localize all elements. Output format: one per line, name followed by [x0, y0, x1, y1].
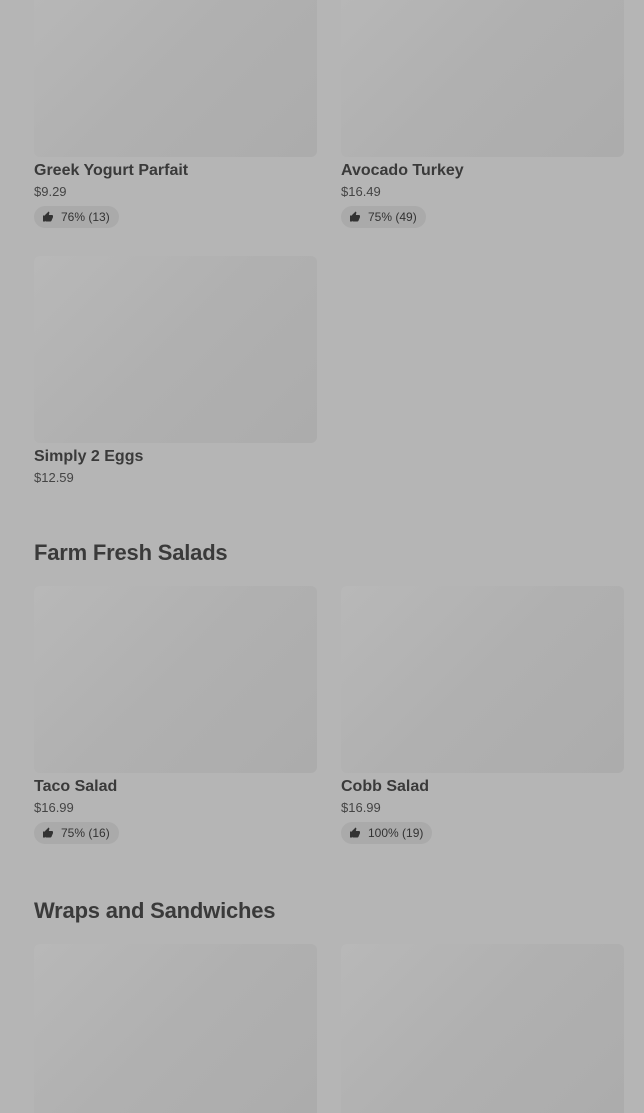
rating-badge: 75% (49)	[341, 206, 426, 228]
menu-item-card[interactable]: Greek Yogurt Parfait $9.29 76% (13)	[34, 0, 317, 228]
menu-item-name: Greek Yogurt Parfait	[34, 162, 189, 179]
menu-item-image	[34, 0, 317, 157]
rating-text: 76% (13)	[61, 210, 110, 224]
menu-item-image	[341, 944, 624, 1113]
menu-item-image	[34, 944, 317, 1113]
menu-item-name: Cobb Salad	[341, 778, 430, 795]
thumbs-up-icon	[349, 211, 361, 223]
rating-text: 100% (19)	[368, 826, 424, 840]
menu-item-card[interactable]: Avocado Turkey $16.49 75% (49)	[341, 0, 624, 228]
thumbs-up-icon	[42, 827, 54, 839]
menu-item-card[interactable]: Taco Salad $16.99 75% (16)	[34, 586, 317, 844]
menu-item-card[interactable]: Simply 2 Eggs $12.59	[34, 256, 317, 486]
thumbs-up-icon	[42, 211, 54, 223]
section-title: Wraps and Sandwiches	[34, 898, 276, 923]
rating-text: 75% (49)	[368, 210, 417, 224]
menu-item-image	[341, 586, 624, 773]
menu-item-image	[34, 586, 317, 773]
rating-badge: 75% (16)	[34, 822, 119, 844]
menu-item-image	[34, 256, 317, 443]
menu-item-price: $16.99	[341, 800, 381, 815]
menu-item-price: $16.99	[34, 800, 74, 815]
rating-badge: 76% (13)	[34, 206, 119, 228]
menu-item-price: $12.59	[34, 470, 74, 485]
menu-item-price: $16.49	[341, 184, 381, 199]
thumbs-up-icon	[349, 827, 361, 839]
menu-item-price: $9.29	[34, 184, 67, 199]
menu-item-card[interactable]: Cobb Salad $16.99 100% (19)	[341, 586, 624, 844]
menu-item-name: Taco Salad	[34, 778, 118, 795]
rating-text: 75% (16)	[61, 826, 110, 840]
menu-item-card[interactable]	[34, 944, 317, 1113]
menu-item-name: Simply 2 Eggs	[34, 448, 144, 465]
section-title: Farm Fresh Salads	[34, 540, 228, 565]
menu-item-image	[341, 0, 624, 157]
menu-item-card[interactable]	[341, 944, 624, 1113]
menu-page: Greek Yogurt Parfait $9.29 76% (13) Avoc…	[0, 0, 644, 1113]
rating-badge: 100% (19)	[341, 822, 433, 844]
menu-item-name: Avocado Turkey	[341, 162, 464, 179]
